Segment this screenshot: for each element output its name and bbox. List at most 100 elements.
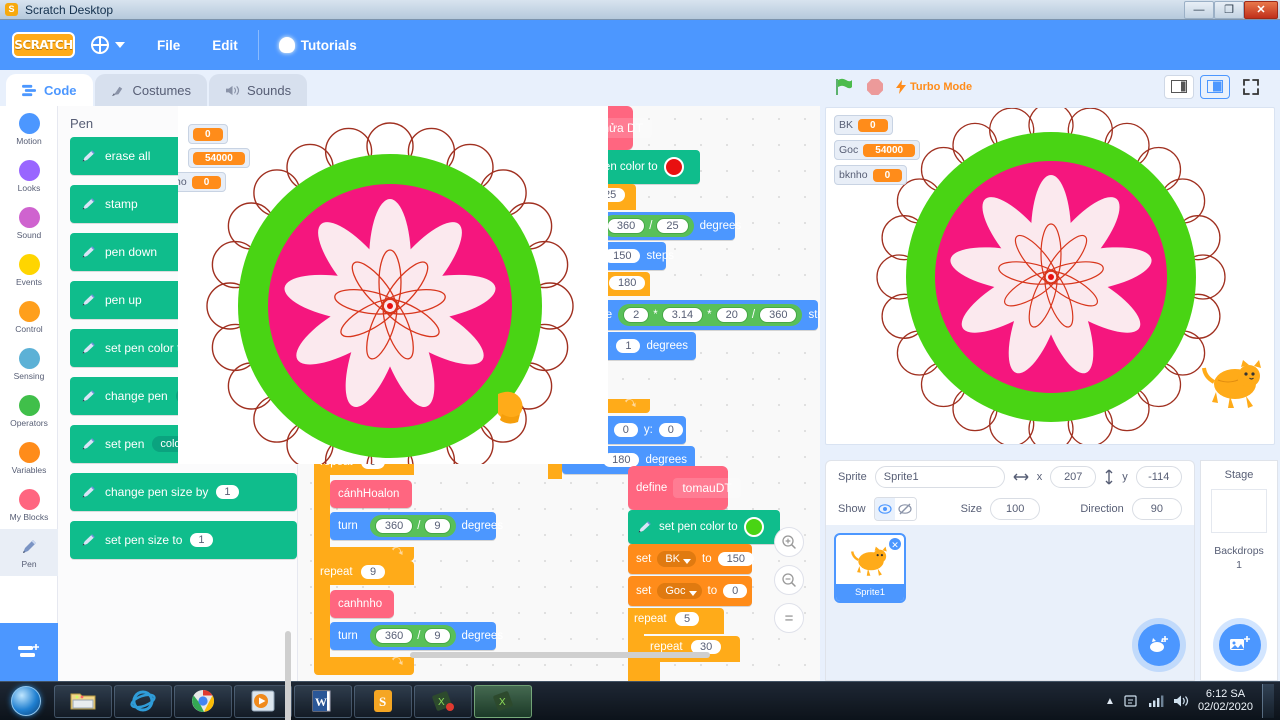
menu-tutorials[interactable]: Tutorials	[263, 20, 373, 70]
block-turn-ccw-360-div-9-b[interactable]: turn 360 / 9 degrees	[330, 622, 503, 650]
taskbar-chrome[interactable]	[174, 684, 232, 718]
tab-code[interactable]: Code	[6, 74, 93, 106]
sidebar-item-sound[interactable]: Sound	[0, 200, 58, 247]
pen-size-value[interactable]: 1	[190, 533, 213, 547]
taskbar-camtasia-recorder[interactable]: X	[474, 684, 532, 718]
action-center-icon[interactable]	[1124, 694, 1139, 709]
minimize-button[interactable]: —	[1184, 1, 1214, 19]
tab-costumes[interactable]: Costumes	[94, 74, 208, 106]
network-icon[interactable]	[1148, 694, 1164, 708]
show-hidden-icons-button[interactable]: ▲	[1105, 696, 1115, 707]
maximize-button[interactable]: ❐	[1214, 1, 1244, 19]
taskbar-camtasia[interactable]: X	[414, 684, 472, 718]
palette-block-set-pen-size[interactable]: set pen size to 1	[70, 521, 297, 559]
sidebar-item-motion[interactable]: Motion	[0, 106, 58, 153]
operator-expression[interactable]: 2 * 3.14 * 20 / 360	[618, 304, 803, 326]
operand-a[interactable]: 360	[374, 628, 414, 644]
show-sprite-button[interactable]	[874, 498, 896, 520]
operator-divide[interactable]: 360 / 9	[369, 515, 456, 537]
operator-divide[interactable]: 360 / 25	[601, 215, 694, 237]
sidebar-item-myblocks[interactable]: My Blocks	[0, 482, 58, 529]
small-stage-button[interactable]	[1164, 74, 1194, 99]
hide-sprite-button[interactable]	[895, 498, 916, 520]
add-sprite-button[interactable]	[1138, 624, 1180, 666]
monitor-bk[interactable]: BK 0	[834, 115, 893, 135]
operand-360[interactable]: 360	[759, 307, 798, 323]
menu-edit[interactable]: Edit	[196, 20, 254, 70]
pen-size-value[interactable]: 1	[216, 485, 239, 499]
operand-2[interactable]: 2	[623, 307, 650, 323]
block-move-formula[interactable]: move 2 * 3.14 * 20 / 360 steps	[576, 300, 820, 330]
color-swatch-green[interactable]	[743, 517, 764, 537]
show-toggle-group[interactable]	[873, 497, 917, 521]
move-steps-value[interactable]: 150	[604, 249, 641, 263]
language-menu[interactable]	[75, 20, 141, 70]
block-call-canhHoalon[interactable]: cánhHoalon	[330, 480, 412, 508]
window-controls[interactable]: — ❐ ✕	[1184, 0, 1280, 20]
repeat-5-count[interactable]: 5	[675, 612, 700, 626]
large-stage-button[interactable]	[1200, 74, 1230, 99]
repeat-180-count[interactable]: 180	[609, 276, 646, 290]
taskbar-internet-explorer[interactable]	[114, 684, 172, 718]
color-swatch-red[interactable]	[663, 157, 684, 177]
taskbar-scratch[interactable]: S	[354, 684, 412, 718]
stage-selector-panel[interactable]: Stage Backdrops 1	[1200, 460, 1278, 681]
stage-canvas[interactable]: BK 0 Goc 54000 bknho 0	[825, 107, 1275, 445]
start-button[interactable]	[0, 683, 52, 719]
sidebar-item-looks[interactable]: Looks	[0, 153, 58, 200]
add-extension-button[interactable]	[0, 623, 58, 681]
variable-dropdown-BK[interactable]: BK	[657, 551, 697, 567]
show-desktop-button[interactable]	[1262, 684, 1274, 718]
operand-b[interactable]: 9	[424, 628, 451, 644]
goto-y-value[interactable]: 0	[658, 423, 683, 437]
variable-dropdown-Goc[interactable]: Goc	[657, 583, 702, 599]
operand-20[interactable]: 20	[715, 307, 748, 323]
close-button[interactable]: ✕	[1244, 1, 1278, 19]
operand-a[interactable]: 360	[606, 218, 646, 234]
stop-icon[interactable]	[866, 78, 884, 96]
repeat-9-b-count[interactable]: 9	[361, 565, 386, 579]
goto-x-value[interactable]: 0	[613, 423, 638, 437]
workspace-zoom-controls[interactable]: =	[774, 527, 804, 633]
sidebar-item-variables[interactable]: Variables	[0, 435, 58, 482]
sprite-size-input[interactable]: 100	[990, 498, 1041, 520]
palette-scrollbar[interactable]	[285, 631, 291, 720]
block-set-pen-color-green[interactable]: set pen color to	[628, 510, 780, 544]
sidebar-item-control[interactable]: Control	[0, 294, 58, 341]
block-call-canhnho[interactable]: canhnho	[330, 590, 394, 618]
sprite-direction-input[interactable]: 90	[1131, 498, 1182, 520]
sprite-y-input[interactable]: -114	[1135, 466, 1182, 488]
operand-b[interactable]: 9	[424, 518, 451, 534]
set-value[interactable]: 0	[723, 584, 748, 598]
menu-file[interactable]: File	[141, 20, 196, 70]
zoom-reset-button[interactable]: =	[774, 603, 804, 633]
sidebar-item-operators[interactable]: Operators	[0, 388, 58, 435]
green-flag-icon[interactable]	[834, 77, 854, 97]
tab-sounds[interactable]: Sounds	[209, 74, 308, 106]
monitor-goc[interactable]: Goc 54000	[834, 140, 921, 160]
sidebar-item-sensing[interactable]: Sensing	[0, 341, 58, 388]
add-backdrop-button[interactable]	[1219, 624, 1261, 666]
block-set-BK-150[interactable]: set BK to 150	[628, 544, 754, 574]
turn-degrees-value[interactable]: 1	[616, 339, 641, 353]
set-value[interactable]: 150	[717, 552, 754, 566]
define-hat-tomauDT[interactable]: define tomauDT	[628, 466, 741, 510]
volume-icon[interactable]	[1173, 694, 1189, 708]
zoom-in-button[interactable]	[774, 527, 804, 557]
palette-block-change-pen-size[interactable]: change pen size by 1	[70, 473, 297, 511]
stage-sprite-cat[interactable]	[1202, 354, 1268, 420]
sidebar-item-pen[interactable]: Pen	[0, 529, 58, 576]
stage-size-controls[interactable]	[1164, 74, 1266, 99]
sprite-x-input[interactable]: 207	[1050, 466, 1097, 488]
block-turn-ccw-360-div-9-a[interactable]: turn 360 / 9 degrees	[330, 512, 503, 540]
block-set-Goc-0[interactable]: set Goc to 0	[628, 576, 752, 606]
monitor-bknho[interactable]: bknho 0	[834, 165, 908, 185]
sprite-card-sprite1[interactable]: ✕ Sprite1	[834, 533, 906, 603]
fullscreen-button[interactable]	[1236, 75, 1266, 99]
zoom-out-button[interactable]	[774, 565, 804, 595]
taskbar-media-player[interactable]	[234, 684, 292, 718]
sidebar-item-events[interactable]: Events	[0, 247, 58, 294]
operand-pi[interactable]: 3.14	[661, 307, 704, 323]
taskbar-word[interactable]: W	[294, 684, 352, 718]
operand-a[interactable]: 360	[374, 518, 414, 534]
